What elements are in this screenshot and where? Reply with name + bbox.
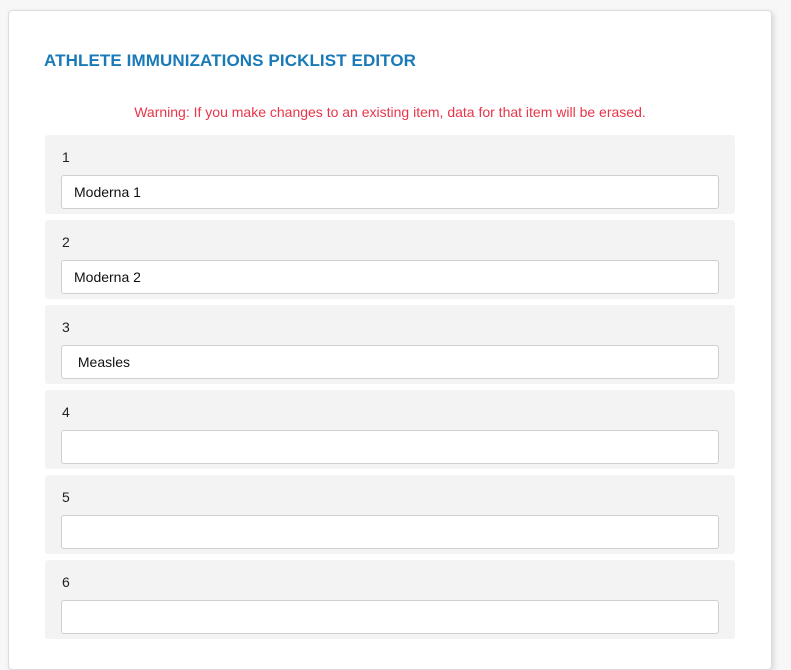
item-value-input[interactable] <box>61 175 719 209</box>
picklist-item: 4 <box>45 390 735 469</box>
picklist-item: 1 <box>45 135 735 214</box>
picklist-items: 1 2 3 4 5 6 <box>45 135 735 645</box>
item-value-input[interactable] <box>61 515 719 549</box>
item-number: 5 <box>62 489 70 505</box>
page-title: ATHLETE IMMUNIZATIONS PICKLIST EDITOR <box>44 51 417 70</box>
item-number: 2 <box>62 234 70 250</box>
picklist-item: 5 <box>45 475 735 554</box>
item-value-input[interactable] <box>61 260 719 294</box>
item-value-input[interactable] <box>61 345 719 379</box>
warning-message: Warning: If you make changes to an exist… <box>134 104 646 120</box>
picklist-item: 6 <box>45 560 735 639</box>
item-number: 1 <box>62 149 70 165</box>
item-number: 6 <box>62 574 70 590</box>
item-number: 4 <box>62 404 70 420</box>
item-value-input[interactable] <box>61 600 719 634</box>
picklist-item: 3 <box>45 305 735 384</box>
picklist-item: 2 <box>45 220 735 299</box>
picklist-editor-panel: ATHLETE IMMUNIZATIONS PICKLIST EDITOR Wa… <box>8 10 772 670</box>
item-number: 3 <box>62 319 70 335</box>
item-value-input[interactable] <box>61 430 719 464</box>
